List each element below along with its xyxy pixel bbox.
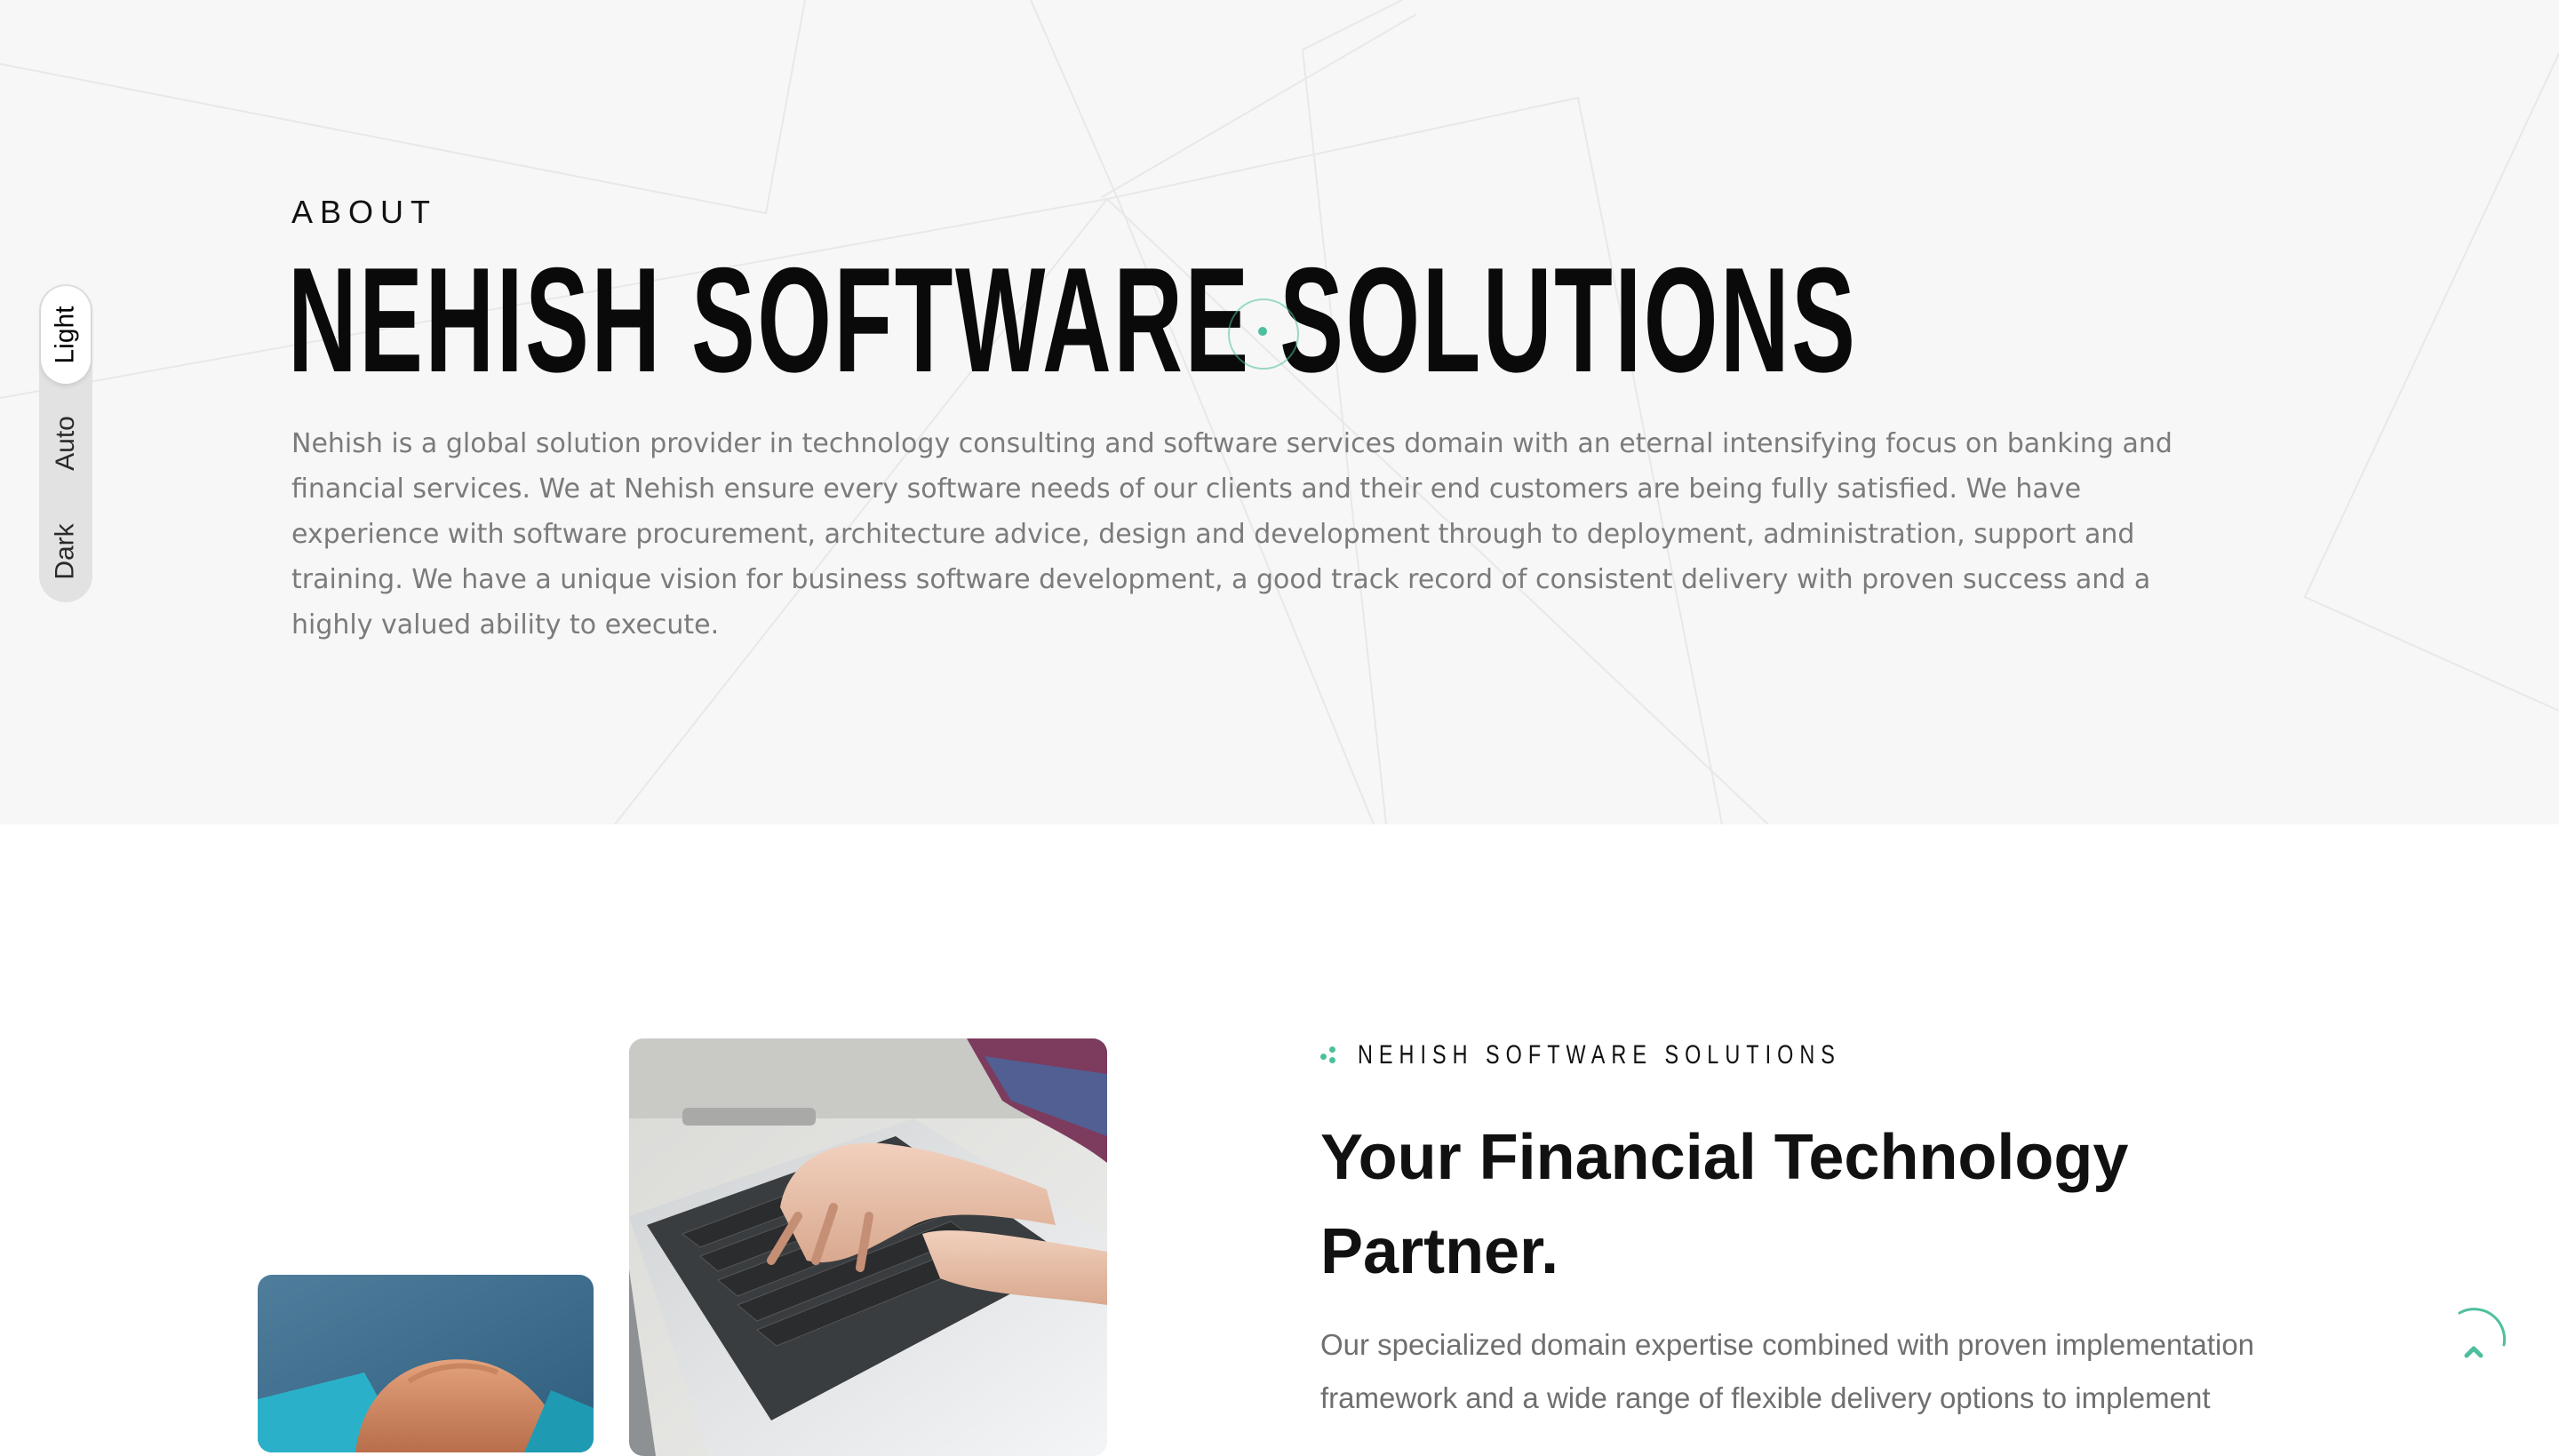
- kicker-text: NEHISH SOFTWARE SOLUTIONS: [1358, 1040, 1841, 1070]
- section-eyebrow: ABOUT: [291, 194, 438, 230]
- section-description: Our specialized domain expertise combine…: [1320, 1328, 2255, 1414]
- section-title: Your Financial Technology Partner.: [1320, 1122, 2129, 1287]
- theme-option-label: Dark: [51, 523, 80, 580]
- theme-option-light[interactable]: Light: [41, 286, 91, 384]
- hero-description: Nehish is a global solution provider in …: [291, 428, 2172, 640]
- background-line-pattern: [0, 0, 2559, 824]
- chevron-up-icon: [2458, 1308, 2507, 1358]
- theme-option-label: Light: [51, 306, 80, 364]
- laptop-typing-photo: [629, 1038, 1107, 1456]
- theme-switch[interactable]: Light Auto Dark: [39, 284, 92, 602]
- dots-icon: [1320, 1045, 1340, 1066]
- theme-option-label: Auto: [51, 416, 80, 471]
- page-title: NEHISH SOFTWARE SOLUTIONS: [288, 236, 1858, 403]
- section-kicker: NEHISH SOFTWARE SOLUTIONS: [1320, 1038, 1977, 1073]
- credit-card-photo: [258, 1275, 594, 1452]
- scroll-to-top-button[interactable]: [2440, 1306, 2511, 1377]
- about-hero: ABOUT NEHISH SOFTWARE SOLUTIONS Nehish i…: [0, 0, 2559, 824]
- cursor-dot: [1258, 327, 1267, 336]
- theme-option-dark[interactable]: Dark: [41, 503, 91, 601]
- theme-option-auto[interactable]: Auto: [41, 394, 91, 492]
